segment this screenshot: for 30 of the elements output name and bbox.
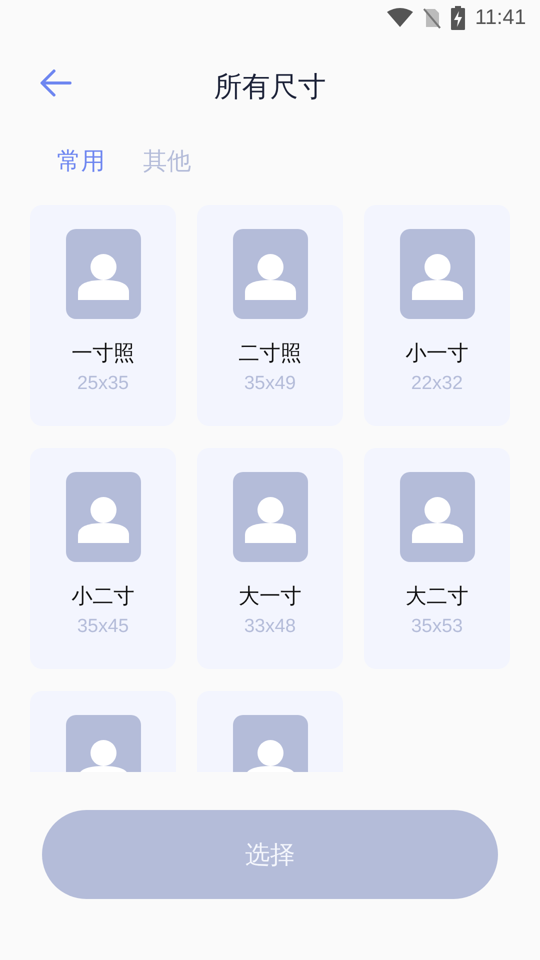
person-placeholder-icon — [400, 229, 474, 319]
status-time: 11:41 — [475, 6, 526, 30]
size-dimensions: 35x53 — [411, 616, 463, 638]
size-name: 大一寸 — [238, 583, 302, 610]
size-card[interactable]: 二寸照 35x49 — [197, 205, 343, 426]
page-title: 所有尺寸 — [214, 69, 326, 105]
size-card[interactable]: 大一寸 33x48 — [197, 448, 343, 669]
size-card[interactable]: 小一寸 22x32 — [364, 205, 510, 426]
size-card[interactable]: 大二寸 35x53 — [364, 448, 510, 669]
size-dimensions: 35x49 — [244, 373, 296, 395]
size-name: 小二寸 — [72, 583, 134, 610]
size-name: 大二寸 — [406, 583, 468, 610]
no-sim-icon — [423, 7, 441, 29]
size-name: 二寸照 — [238, 340, 302, 367]
person-placeholder-icon — [400, 472, 474, 562]
battery-charging-icon — [451, 6, 465, 30]
size-name: 小一寸 — [406, 340, 468, 367]
wifi-icon — [387, 8, 413, 28]
size-card[interactable]: 一寸照 25x35 — [30, 205, 176, 426]
back-arrow-icon[interactable] — [40, 69, 72, 97]
person-placeholder-icon — [232, 472, 308, 562]
size-name: 一寸照 — [72, 340, 134, 367]
person-placeholder-icon — [232, 229, 308, 319]
size-dimensions: 25x35 — [77, 373, 129, 395]
person-placeholder-icon — [66, 472, 140, 562]
person-placeholder-icon — [66, 229, 140, 319]
size-card[interactable]: 小二寸 35x45 — [30, 448, 176, 669]
size-dimensions: 22x32 — [411, 373, 463, 395]
size-dimensions: 33x48 — [244, 616, 296, 638]
size-dimensions: 35x45 — [77, 616, 129, 638]
